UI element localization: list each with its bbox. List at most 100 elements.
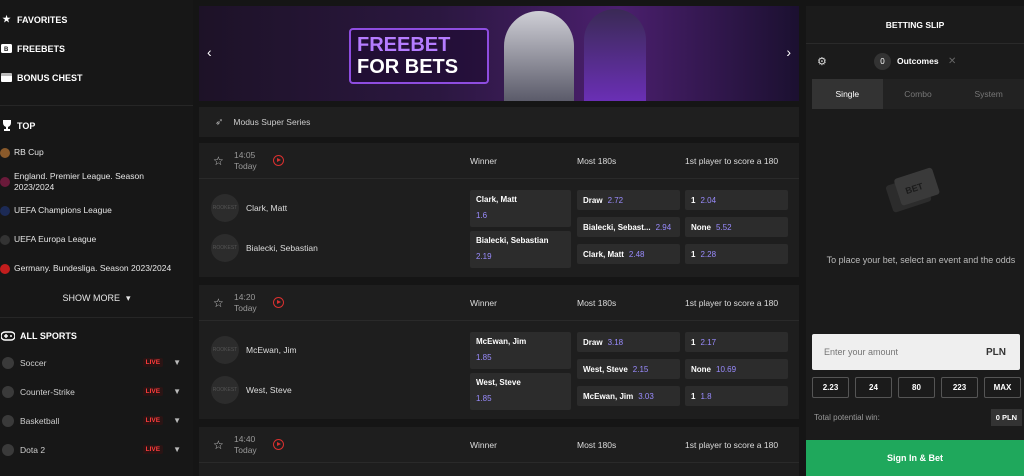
sport-label: Dota 2 <box>20 444 46 455</box>
odd-value: 5.52 <box>716 222 732 232</box>
league-item[interactable]: UEFA Europa League <box>0 225 193 254</box>
odd-label: McEwan, Jim <box>476 337 527 346</box>
odd-button[interactable]: Bialecki, Sebast... 2.94 <box>577 217 680 237</box>
quick-amount-button[interactable]: 80 <box>898 377 935 398</box>
potential-win-label: Total potential win: <box>814 413 880 422</box>
play-icon[interactable] <box>273 297 284 308</box>
chevron-down-icon[interactable]: ▼ <box>173 387 181 396</box>
top-section-title: TOP <box>0 113 193 138</box>
match-time: 14:05 Today <box>234 150 257 172</box>
sport-label: Soccer <box>20 357 47 368</box>
promo-banner[interactable]: ‹ › FREEBET FOR BETS <box>199 6 799 101</box>
sport-item-counter-strike[interactable]: Counter-Strike LIVE ▼ <box>0 377 193 406</box>
chevron-down-icon[interactable]: ▼ <box>173 416 181 425</box>
basketball-icon <box>2 414 14 427</box>
odd-button[interactable]: Clark, Matt 2.48 <box>577 244 680 264</box>
betting-slip: BETTING SLIP ⚙ 0 Outcomes ✕ Single Combo… <box>806 6 1024 476</box>
sport-item-basketball[interactable]: Basketball LIVE ▼ <box>0 406 193 435</box>
odd-button[interactable]: None 5.52 <box>685 217 788 237</box>
league-item[interactable]: England. Premier League. Season 2023/202… <box>0 167 193 196</box>
all-sports-title: ALL SPORTS <box>0 323 193 348</box>
league-item[interactable]: UEFA Champions League <box>0 196 193 225</box>
league-label: Germany. Bundesliga. Season 2023/2024 <box>14 263 172 273</box>
chevron-left-icon[interactable]: ‹ <box>207 44 212 60</box>
nav-freebets-label: FREEBETS <box>17 43 66 54</box>
odd-value: 1.85 <box>476 353 492 362</box>
odd-button[interactable]: Bialecki, Sebastian 2.19 <box>470 231 571 268</box>
max-amount-button[interactable]: MAX <box>984 377 1021 398</box>
star-icon[interactable]: ☆ <box>213 154 224 168</box>
nav-bonus-chest[interactable]: BONUS CHEST <box>0 63 193 92</box>
divider <box>0 317 193 318</box>
odd-button[interactable]: West, Steve 2.15 <box>577 359 680 379</box>
tab-combo[interactable]: Combo <box>883 79 954 109</box>
sport-item-dota-2[interactable]: Dota 2 LIVE ▼ <box>0 435 193 464</box>
odd-button[interactable]: 1 2.28 <box>685 244 788 264</box>
chevron-right-icon[interactable]: › <box>786 44 791 60</box>
amount-field: PLN <box>812 334 1020 370</box>
flag-icon <box>0 263 10 274</box>
star-icon[interactable]: ☆ <box>213 438 224 452</box>
sidebar: ★ FAVORITES B FREEBETS BONUS CHEST TOP R… <box>0 0 193 476</box>
chevron-down-icon[interactable]: ▼ <box>173 358 181 367</box>
show-more-button[interactable]: SHOW MORE ▾ <box>0 283 193 313</box>
player-name: McEwan, Jim <box>246 345 297 355</box>
odd-button[interactable]: McEwan, Jim 1.85 <box>470 332 571 369</box>
amount-input[interactable] <box>812 347 986 357</box>
chevron-down-icon[interactable]: ▼ <box>173 445 181 454</box>
quick-amount-button[interactable]: 24 <box>855 377 892 398</box>
odd-button[interactable]: McEwan, Jim 3.03 <box>577 386 680 406</box>
live-badge: LIVE <box>142 445 164 454</box>
col-most-180s: Most 180s <box>577 297 617 308</box>
quick-amount-button[interactable]: 223 <box>941 377 978 398</box>
odd-value: 3.18 <box>607 337 624 347</box>
athlete-image <box>584 9 646 101</box>
odd-button[interactable]: Clark, Matt 1.6 <box>470 190 571 227</box>
odd-label: None <box>691 364 711 374</box>
nav-freebets[interactable]: B FREEBETS <box>0 34 193 63</box>
tab-single[interactable]: Single <box>812 79 883 109</box>
tab-system[interactable]: System <box>953 79 1024 109</box>
all-sports-label: ALL SPORTS <box>20 330 77 341</box>
quick-amount-button[interactable]: 2.23 <box>812 377 849 398</box>
odd-label: West, Steve <box>583 364 628 374</box>
trophy-icon <box>0 119 13 132</box>
gamepad-icon <box>0 329 16 342</box>
odd-button[interactable]: 1 1.8 <box>685 386 788 406</box>
star-icon[interactable]: ☆ <box>213 296 224 310</box>
match-time: 14:40 Today <box>234 434 257 456</box>
currency-label: PLN <box>986 346 1006 358</box>
potential-win-value: 0 PLN <box>990 409 1022 426</box>
odd-label: 1 <box>691 195 696 205</box>
sport-item-soccer[interactable]: Soccer LIVE ▼ <box>0 348 193 377</box>
odd-button[interactable]: Draw 3.18 <box>577 332 680 352</box>
col-winner: Winner <box>470 439 497 450</box>
odd-button[interactable]: West, Steve 1.85 <box>470 373 571 410</box>
chevron-down-icon: ▾ <box>125 292 131 303</box>
day-value: Today <box>234 303 257 313</box>
nav-favorites[interactable]: ★ FAVORITES <box>0 5 193 34</box>
outcomes-label: Outcomes <box>897 56 939 66</box>
odd-label: West, Steve <box>476 378 521 387</box>
odd-value: 2.04 <box>700 195 717 205</box>
odd-button[interactable]: 1 2.04 <box>685 190 788 210</box>
odd-button[interactable]: Draw 2.72 <box>577 190 680 210</box>
sign-in-bet-button[interactable]: Sign In & Bet <box>806 440 1024 476</box>
gear-icon[interactable]: ⚙ <box>817 55 827 68</box>
odd-button[interactable]: None 10.69 <box>685 359 788 379</box>
league-label: UEFA Europa League <box>14 234 97 244</box>
league-logo-icon <box>0 147 10 158</box>
odd-value: 2.17 <box>700 337 717 347</box>
nav-bonus-chest-label: BONUS CHEST <box>17 72 83 83</box>
empty-slip-message: To place your bet, select an event and t… <box>826 255 1016 265</box>
odd-button[interactable]: 1 2.17 <box>685 332 788 352</box>
league-item[interactable]: Germany. Bundesliga. Season 2023/2024 <box>0 254 193 283</box>
player-avatar: ROOKEST <box>211 336 239 364</box>
league-item[interactable]: RB Cup <box>0 138 193 167</box>
play-icon[interactable] <box>273 155 284 166</box>
odd-value: 2.15 <box>632 364 649 374</box>
slip-tabs: Single Combo System <box>812 79 1024 109</box>
play-icon[interactable] <box>273 439 284 450</box>
close-icon[interactable]: ✕ <box>948 56 956 67</box>
odd-value: 10.69 <box>716 364 737 374</box>
